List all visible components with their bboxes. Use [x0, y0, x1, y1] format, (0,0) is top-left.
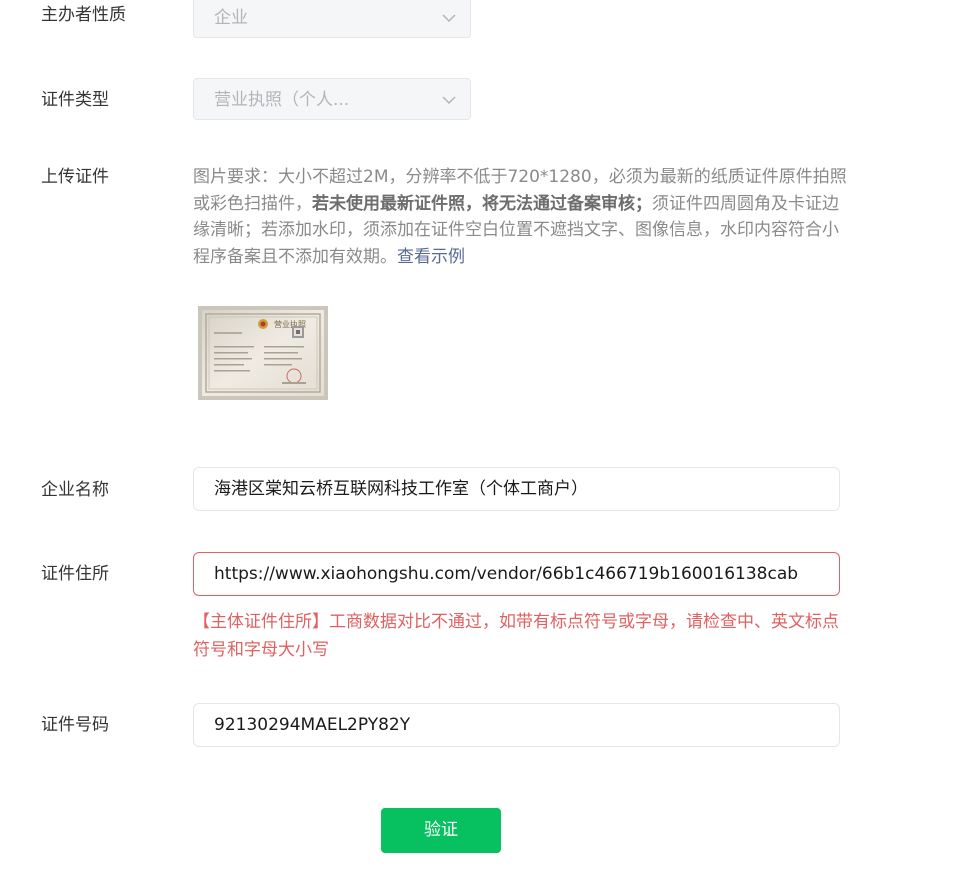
- cert-number-input[interactable]: 92130294MAEL2PY82Y: [193, 703, 840, 747]
- organizer-type-value: 企业: [214, 8, 248, 28]
- chevron-down-icon: [442, 14, 456, 23]
- upload-cert-label: 上传证件: [41, 167, 109, 187]
- organizer-type-select[interactable]: 企业: [193, 0, 471, 38]
- company-name-label: 企业名称: [41, 480, 109, 500]
- chevron-down-icon: [442, 96, 456, 105]
- verify-button[interactable]: 验证: [381, 808, 501, 853]
- view-example-link[interactable]: 查看示例: [397, 247, 465, 267]
- filing-form: 主办者性质 企业 证件类型 营业执照（个人... 上传证件 图片要求：大小不超过…: [0, 0, 962, 878]
- cert-type-value: 营业执照（个人...: [214, 90, 350, 110]
- cert-type-select[interactable]: 营业执照（个人...: [193, 78, 471, 120]
- organizer-type-label: 主办者性质: [41, 5, 126, 25]
- cert-address-input[interactable]: https://www.xiaohongshu.com/vendor/66b1c…: [193, 552, 840, 596]
- cert-type-label: 证件类型: [41, 90, 109, 110]
- business-license-image: 营业执照: [198, 306, 328, 400]
- upload-desc-warning: 若未使用最新证件照，将无法通过备案审核；: [312, 193, 652, 214]
- upload-requirements: 图片要求：大小不超过2M，分辨率不低于720*1280，必须为最新的纸质证件原件…: [193, 164, 848, 270]
- uploaded-license-thumbnail[interactable]: 营业执照: [198, 306, 328, 400]
- cert-address-label: 证件住所: [41, 564, 109, 584]
- company-name-input[interactable]: 海港区棠知云桥互联网科技工作室（个体工商户）: [193, 467, 840, 511]
- cert-number-label: 证件号码: [41, 715, 109, 735]
- cert-address-error: 【主体证件住所】工商数据对比不通过，如带有标点符号或字母，请检查中、英文标点符号…: [193, 612, 839, 660]
